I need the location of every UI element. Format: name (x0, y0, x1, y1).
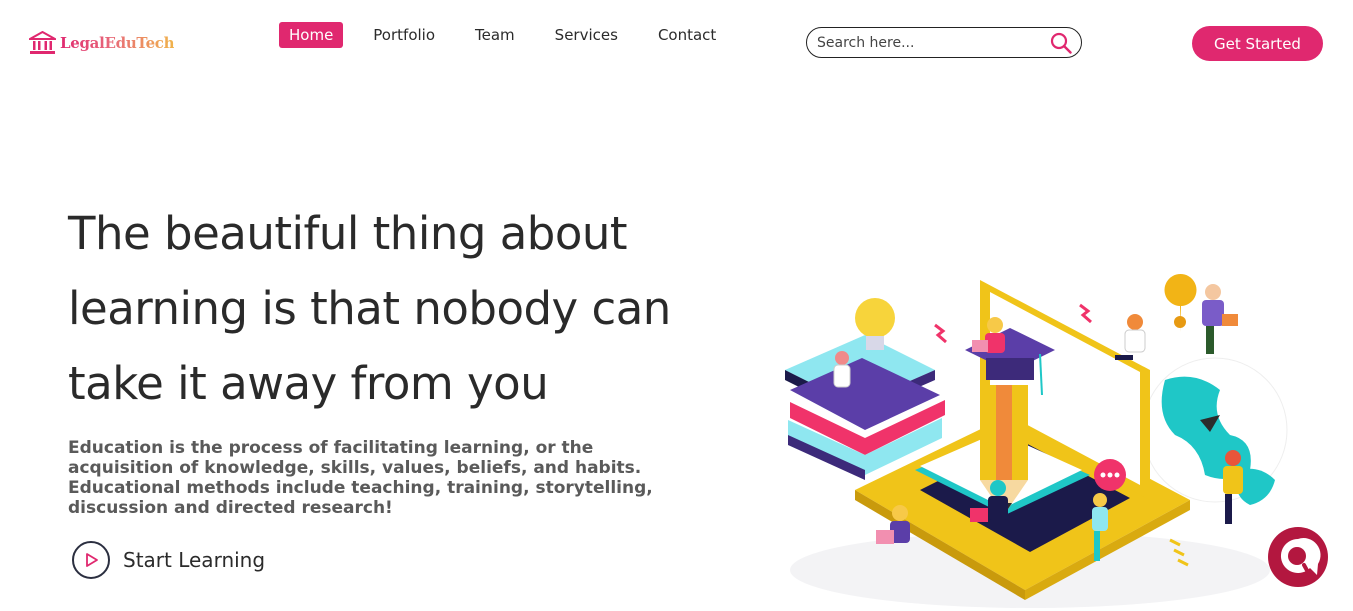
chat-widget-button[interactable] (1266, 525, 1330, 589)
hero-title: The beautiful thing about learning is th… (68, 207, 671, 410)
get-started-button[interactable]: Get Started (1192, 26, 1323, 61)
search-icon[interactable] (1049, 31, 1073, 55)
nav-item-services[interactable]: Services (545, 22, 628, 48)
nav-item-home[interactable]: Home (279, 22, 344, 48)
main-nav: Home Portfolio Team Services Contact (279, 22, 746, 48)
nav-item-portfolio[interactable]: Portfolio (363, 22, 445, 48)
brand-name: LegalEduTech (60, 34, 175, 52)
play-icon (72, 541, 110, 579)
start-learning-label: Start Learning (123, 548, 266, 572)
courthouse-icon (29, 31, 56, 54)
start-learning-button[interactable]: Start Learning (72, 541, 265, 579)
search-bar (806, 27, 1082, 58)
landing-page: LegalEduTech Home Portfolio Team Service… (0, 0, 1353, 611)
nav-item-contact[interactable]: Contact (648, 22, 726, 48)
chat-bubble-icon (1268, 527, 1328, 587)
brand-logo[interactable]: LegalEduTech (29, 28, 175, 58)
search-input[interactable] (817, 34, 1049, 51)
nav-item-team[interactable]: Team (465, 22, 525, 48)
hero-description: Education is the process of facilitating… (68, 438, 653, 518)
education-isometric-illustration (785, 274, 1288, 608)
